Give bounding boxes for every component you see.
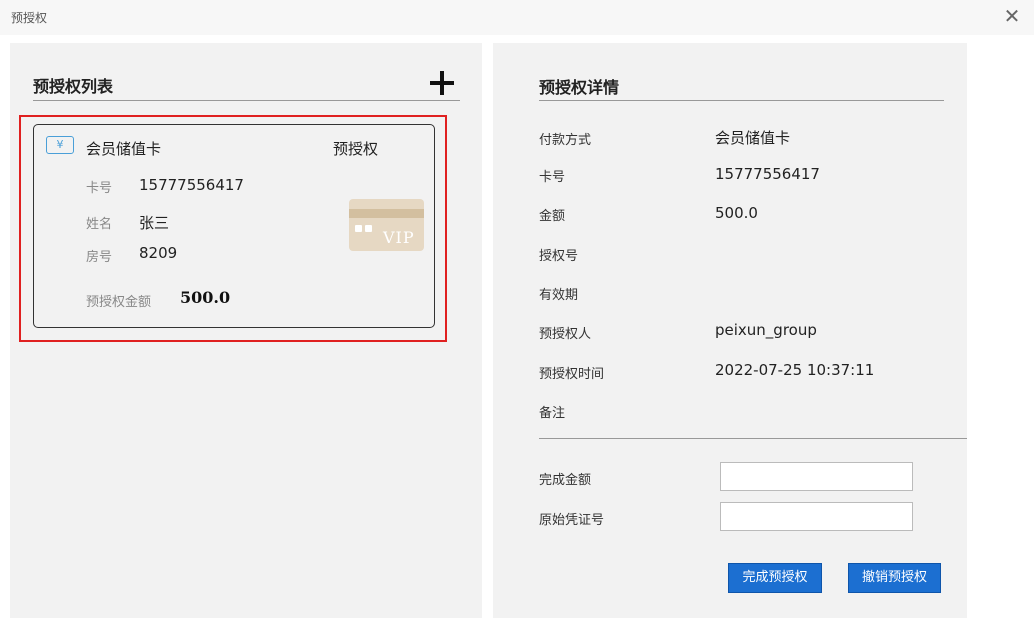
room-value: 8209 <box>139 244 178 262</box>
preauth-list-heading: 预授权列表 <box>33 77 114 96</box>
amount-label: 预授权金额 <box>86 295 152 310</box>
detail-value-amount: 500.0 <box>715 204 758 222</box>
detail-label-preauth-user: 预授权人 <box>539 327 592 342</box>
detail-label-preauth-time: 预授权时间 <box>539 367 605 382</box>
close-icon[interactable]: ✕ <box>1003 5 1021 27</box>
plus-icon[interactable] <box>430 71 454 95</box>
detail-label-amount: 金额 <box>539 209 566 224</box>
detail-value-preauth-time: 2022-07-25 10:37:11 <box>715 361 875 379</box>
detail-label-payment: 付款方式 <box>539 133 592 148</box>
detail-value-card-no: 15777556417 <box>715 165 820 183</box>
amount-value: 500.0 <box>180 288 231 307</box>
detail-label-card-no: 卡号 <box>539 170 566 185</box>
detail-label-expiry: 有效期 <box>539 288 579 303</box>
currency-card-icon: ¥ <box>46 136 74 154</box>
detail-value-payment: 会员储值卡 <box>715 129 791 147</box>
cancel-preauth-button[interactable]: 撤销预授权 <box>848 563 941 593</box>
complete-amount-label: 完成金额 <box>539 473 592 488</box>
card-no-label: 卡号 <box>86 181 113 196</box>
detail-form-divider <box>539 438 967 439</box>
name-value: 张三 <box>139 214 170 232</box>
detail-label-auth-no: 授权号 <box>539 249 579 264</box>
list-heading-divider <box>33 100 460 101</box>
room-label: 房号 <box>86 250 113 265</box>
detail-heading-divider <box>539 100 944 101</box>
voucher-no-label: 原始凭证号 <box>539 513 605 528</box>
card-status: 预授权 <box>333 140 379 158</box>
vip-card-icon: VIP <box>349 199 424 251</box>
voucher-no-input[interactable] <box>720 502 913 531</box>
complete-preauth-button[interactable]: 完成预授权 <box>728 563 822 593</box>
card-payment-type: 会员储值卡 <box>86 140 162 158</box>
name-label: 姓名 <box>86 217 113 232</box>
preauth-detail-heading: 预授权详情 <box>539 78 620 97</box>
vip-label: VIP <box>383 228 415 247</box>
window-titlebar: 预授权 ✕ <box>0 0 1034 35</box>
detail-value-preauth-user: peixun_group <box>715 321 817 339</box>
window-title: 预授权 <box>11 11 48 25</box>
detail-label-remark: 备注 <box>539 406 566 421</box>
complete-amount-input[interactable] <box>720 462 913 491</box>
card-no-value: 15777556417 <box>139 176 244 194</box>
